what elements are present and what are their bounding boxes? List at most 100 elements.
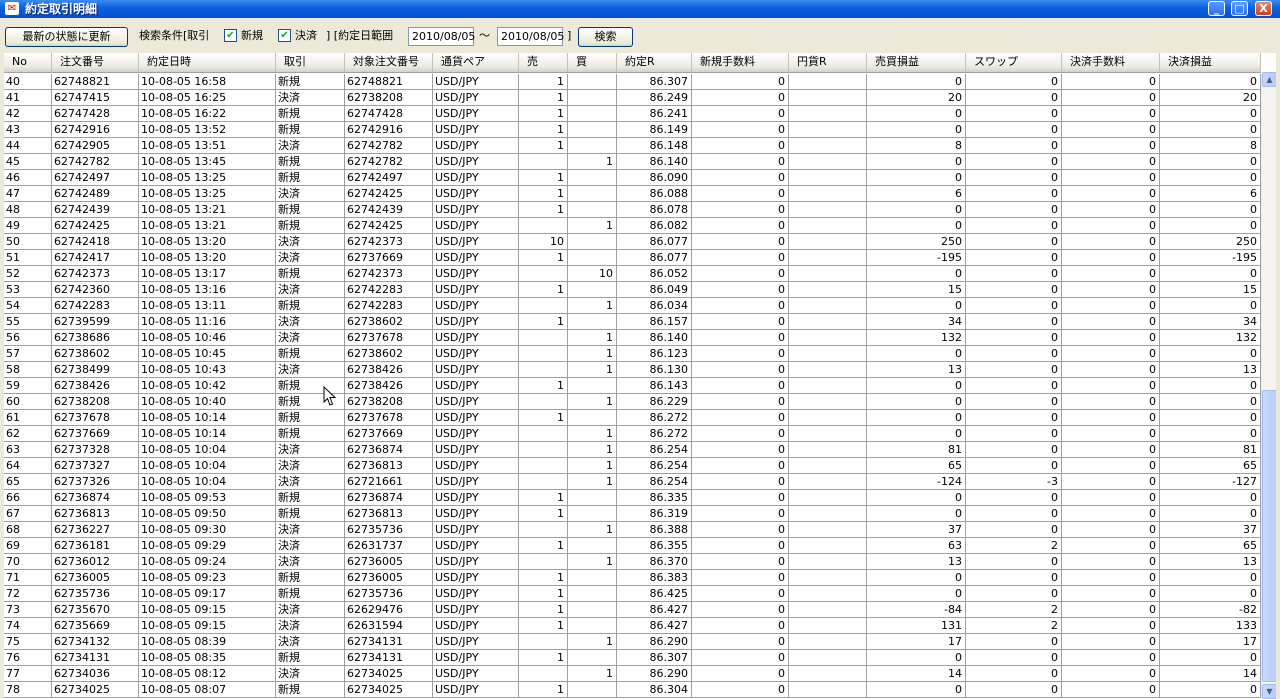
col-trade-type-cell[interactable]: 決済 xyxy=(276,538,345,554)
col-exec-rate-cell[interactable]: 86.088 xyxy=(617,186,692,202)
col-sell-cell[interactable]: 1 xyxy=(519,650,568,666)
refresh-button[interactable]: 最新の状態に更新 xyxy=(5,27,128,47)
col-sell-cell[interactable]: 1 xyxy=(519,490,568,506)
table-row[interactable]: 54 62742283 10-08-05 13:11 新規 62742283 USD/JP… xyxy=(4,298,1261,314)
checkbox-new-label[interactable]: 新規 xyxy=(241,28,263,44)
col-buy-cell[interactable]: 10 xyxy=(568,266,617,282)
col-open-fee-cell[interactable]: 0 xyxy=(692,346,789,362)
col-order-number-cell[interactable]: 62736012 xyxy=(52,554,139,570)
col-open-fee-cell[interactable]: 0 xyxy=(692,378,789,394)
minimize-button[interactable]: _ xyxy=(1208,1,1225,16)
col-exec-time-cell[interactable]: 10-08-05 10:14 xyxy=(139,426,276,442)
col-currency-pair-cell[interactable]: USD/JPY xyxy=(433,90,519,106)
col-trade-type-cell[interactable]: 決済 xyxy=(276,186,345,202)
col-trade-pl-cell[interactable]: 0 xyxy=(867,490,966,506)
col-yen-rate-cell[interactable] xyxy=(789,682,867,698)
col-settle-pl-cell[interactable]: 0 xyxy=(1160,378,1261,394)
col-close-fee-cell[interactable]: 0 xyxy=(1062,506,1160,522)
col-target-order-cell[interactable]: 62738426 xyxy=(345,378,433,394)
table-row[interactable]: 78 62734025 10-08-05 08:07 新規 62734025 USD/JP… xyxy=(4,682,1261,698)
col-target-order-cell[interactable]: 62629476 xyxy=(345,602,433,618)
col-settle-pl-cell[interactable]: 81 xyxy=(1160,442,1261,458)
col-settle-pl-cell[interactable]: 65 xyxy=(1160,458,1261,474)
col-no-cell[interactable]: 62 xyxy=(4,426,52,442)
col-sell-cell[interactable] xyxy=(519,634,568,650)
col-currency-pair-cell[interactable]: USD/JPY xyxy=(433,138,519,154)
col-trade-type-cell[interactable]: 決済 xyxy=(276,618,345,634)
col-open-fee-cell[interactable]: 0 xyxy=(692,618,789,634)
col-sell-cell[interactable] xyxy=(519,330,568,346)
table-row[interactable]: 66 62736874 10-08-05 09:53 新規 62736874 USD/JP… xyxy=(4,490,1261,506)
col-exec-time-cell[interactable]: 10-08-05 09:30 xyxy=(139,522,276,538)
col-close-fee-cell[interactable]: 0 xyxy=(1062,410,1160,426)
col-open-fee-cell[interactable]: 0 xyxy=(692,234,789,250)
table-row[interactable]: 58 62738499 10-08-05 10:43 決済 62738426 USD/JP… xyxy=(4,362,1261,378)
col-close-fee-header[interactable]: 決済手数料 xyxy=(1062,53,1160,72)
col-yen-rate-cell[interactable] xyxy=(789,346,867,362)
col-exec-rate-cell[interactable]: 86.140 xyxy=(617,154,692,170)
table-row[interactable]: 63 62737328 10-08-05 10:04 決済 62736874 USD/JP… xyxy=(4,442,1261,458)
col-order-number-cell[interactable]: 62742417 xyxy=(52,250,139,266)
table-row[interactable]: 45 62742782 10-08-05 13:45 新規 62742782 USD/JP… xyxy=(4,154,1261,170)
col-settle-pl-cell[interactable]: 17 xyxy=(1160,634,1261,650)
col-target-order-cell[interactable]: 62742373 xyxy=(345,234,433,250)
col-order-number-cell[interactable]: 62737326 xyxy=(52,474,139,490)
col-order-number-cell[interactable]: 62742916 xyxy=(52,122,139,138)
col-exec-rate-cell[interactable]: 86.290 xyxy=(617,666,692,682)
col-buy-cell[interactable]: 1 xyxy=(568,218,617,234)
col-no-cell[interactable]: 65 xyxy=(4,474,52,490)
col-swap-cell[interactable]: 0 xyxy=(966,170,1062,186)
table-row[interactable]: 40 62748821 10-08-05 16:58 新規 62748821 USD/JP… xyxy=(4,74,1261,90)
col-open-fee-cell[interactable]: 0 xyxy=(692,282,789,298)
col-currency-pair-cell[interactable]: USD/JPY xyxy=(433,682,519,698)
col-yen-rate-cell[interactable] xyxy=(789,234,867,250)
col-exec-time-header[interactable]: 約定日時 xyxy=(139,53,276,72)
col-exec-time-cell[interactable]: 10-08-05 16:22 xyxy=(139,106,276,122)
col-close-fee-cell[interactable]: 0 xyxy=(1062,394,1160,410)
col-exec-time-cell[interactable]: 10-08-05 09:17 xyxy=(139,586,276,602)
col-exec-rate-cell[interactable]: 86.272 xyxy=(617,426,692,442)
col-exec-time-cell[interactable]: 10-08-05 13:51 xyxy=(139,138,276,154)
col-trade-pl-cell[interactable]: 6 xyxy=(867,186,966,202)
col-close-fee-cell[interactable]: 0 xyxy=(1062,682,1160,698)
col-open-fee-cell[interactable]: 0 xyxy=(692,554,789,570)
col-trade-type-cell[interactable]: 新規 xyxy=(276,650,345,666)
col-yen-rate-cell[interactable] xyxy=(789,410,867,426)
col-no-cell[interactable]: 55 xyxy=(4,314,52,330)
col-trade-pl-cell[interactable]: 0 xyxy=(867,506,966,522)
table-row[interactable]: 42 62747428 10-08-05 16:22 新規 62747428 USD/JP… xyxy=(4,106,1261,122)
col-swap-cell[interactable]: 0 xyxy=(966,266,1062,282)
col-settle-pl-cell[interactable]: 37 xyxy=(1160,522,1261,538)
col-order-number-cell[interactable]: 62734036 xyxy=(52,666,139,682)
col-buy-cell[interactable] xyxy=(568,538,617,554)
col-settle-pl-cell[interactable]: 6 xyxy=(1160,186,1261,202)
col-settle-pl-cell[interactable]: 0 xyxy=(1160,122,1261,138)
col-buy-cell[interactable] xyxy=(568,234,617,250)
col-currency-pair-cell[interactable]: USD/JPY xyxy=(433,602,519,618)
col-swap-cell[interactable]: 0 xyxy=(966,362,1062,378)
col-target-order-cell[interactable]: 62748821 xyxy=(345,74,433,90)
col-exec-rate-cell[interactable]: 86.319 xyxy=(617,506,692,522)
col-exec-rate-cell[interactable]: 86.383 xyxy=(617,570,692,586)
col-order-number-cell[interactable]: 62737678 xyxy=(52,410,139,426)
col-target-order-cell[interactable]: 62631594 xyxy=(345,618,433,634)
col-yen-rate-cell[interactable] xyxy=(789,90,867,106)
col-trade-type-cell[interactable]: 新規 xyxy=(276,586,345,602)
col-order-number-cell[interactable]: 62742360 xyxy=(52,282,139,298)
col-trade-type-cell[interactable]: 新規 xyxy=(276,570,345,586)
col-no-cell[interactable]: 63 xyxy=(4,442,52,458)
col-swap-cell[interactable]: 0 xyxy=(966,202,1062,218)
col-exec-rate-cell[interactable]: 86.335 xyxy=(617,490,692,506)
col-target-order-cell[interactable]: 62735736 xyxy=(345,586,433,602)
col-exec-rate-cell[interactable]: 86.427 xyxy=(617,618,692,634)
col-swap-cell[interactable]: 0 xyxy=(966,138,1062,154)
col-target-order-cell[interactable]: 62736874 xyxy=(345,442,433,458)
col-currency-pair-cell[interactable]: USD/JPY xyxy=(433,218,519,234)
col-currency-pair-cell[interactable]: USD/JPY xyxy=(433,522,519,538)
col-no-cell[interactable]: 41 xyxy=(4,90,52,106)
col-currency-pair-cell[interactable]: USD/JPY xyxy=(433,266,519,282)
col-close-fee-cell[interactable]: 0 xyxy=(1062,282,1160,298)
col-close-fee-cell[interactable]: 0 xyxy=(1062,650,1160,666)
col-buy-cell[interactable]: 1 xyxy=(568,298,617,314)
col-exec-time-cell[interactable]: 10-08-05 10:14 xyxy=(139,410,276,426)
